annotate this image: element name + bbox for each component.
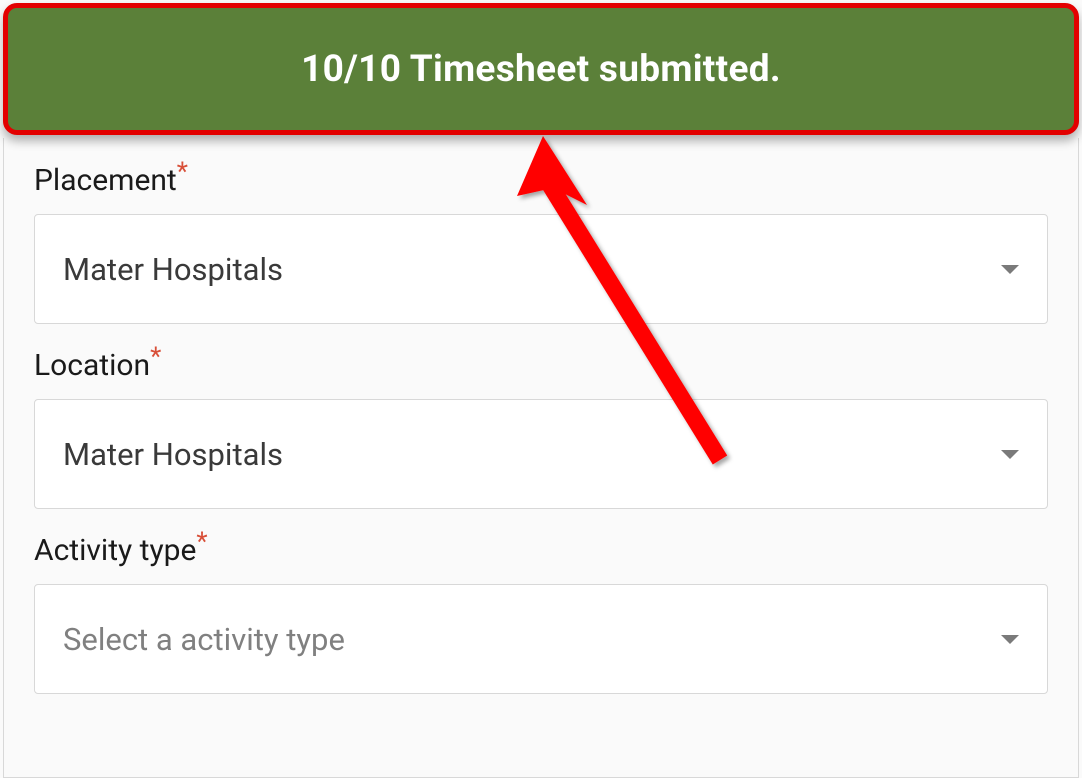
location-value: Mater Hospitals [63, 436, 283, 473]
location-dropdown[interactable]: Mater Hospitals [34, 399, 1048, 509]
chevron-down-icon [1001, 265, 1019, 274]
required-asterisk: * [150, 342, 161, 372]
activity-type-field-group: Activity type* Select a activity type [34, 533, 1048, 694]
success-banner: 10/10 Timesheet submitted. [3, 3, 1079, 135]
placement-label-wrapper: Placement* [34, 163, 1048, 214]
location-label-wrapper: Location* [34, 348, 1048, 399]
required-asterisk: * [177, 157, 188, 187]
activity-type-placeholder: Select a activity type [63, 621, 345, 658]
chevron-down-icon [1001, 635, 1019, 644]
required-asterisk: * [196, 527, 207, 557]
activity-type-dropdown[interactable]: Select a activity type [34, 584, 1048, 694]
banner-message: 10/10 Timesheet submitted. [301, 48, 781, 91]
activity-type-label-wrapper: Activity type* [34, 533, 1048, 584]
placement-dropdown[interactable]: Mater Hospitals [34, 214, 1048, 324]
activity-type-label: Activity type [34, 533, 196, 568]
placement-label: Placement [34, 163, 177, 198]
location-field-group: Location* Mater Hospitals [34, 348, 1048, 509]
timesheet-form: Placement* Mater Hospitals Location* Mat… [3, 138, 1079, 778]
chevron-down-icon [1001, 450, 1019, 459]
placement-field-group: Placement* Mater Hospitals [34, 163, 1048, 324]
location-label: Location [34, 348, 150, 383]
placement-value: Mater Hospitals [63, 251, 283, 288]
